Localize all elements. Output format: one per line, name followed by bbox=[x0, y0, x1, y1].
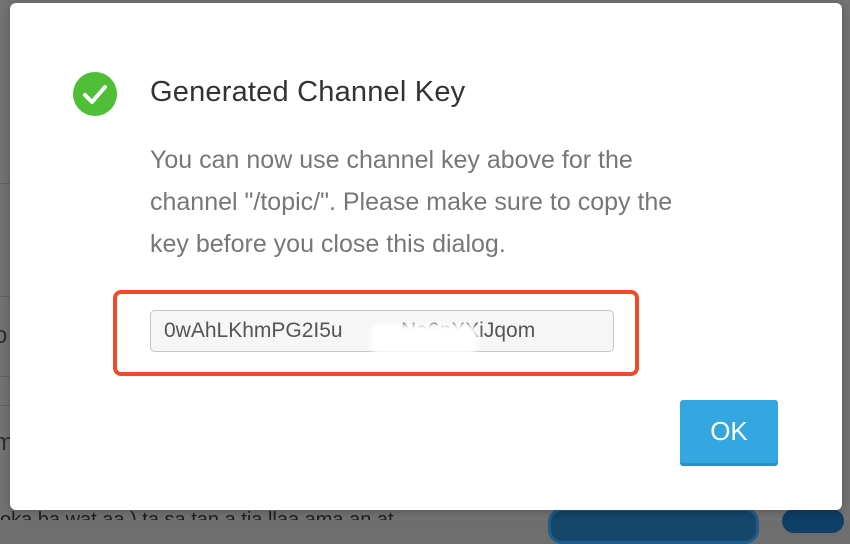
channel-key-dialog: Generated Channel Key You can now use ch… bbox=[10, 3, 842, 510]
background-partial-text: o bbox=[0, 322, 8, 349]
background-toggle bbox=[782, 509, 844, 533]
redaction-mark bbox=[370, 324, 478, 354]
check-circle-icon bbox=[73, 72, 117, 116]
background-divider bbox=[0, 376, 10, 377]
dialog-message-line: You can now use channel key above for th… bbox=[150, 146, 633, 174]
dialog-message-line: key before you close this dialog. bbox=[150, 230, 506, 258]
background-divider bbox=[0, 183, 10, 184]
dialog-title: Generated Channel Key bbox=[150, 76, 466, 108]
ok-button[interactable]: OK bbox=[680, 400, 778, 463]
background-button bbox=[548, 508, 759, 544]
dialog-message-line: channel "/topic/". Please make sure to c… bbox=[150, 188, 673, 216]
background-divider bbox=[0, 296, 10, 297]
dialog-message: You can now use channel key above for th… bbox=[150, 139, 790, 265]
background-divider bbox=[0, 405, 10, 406]
